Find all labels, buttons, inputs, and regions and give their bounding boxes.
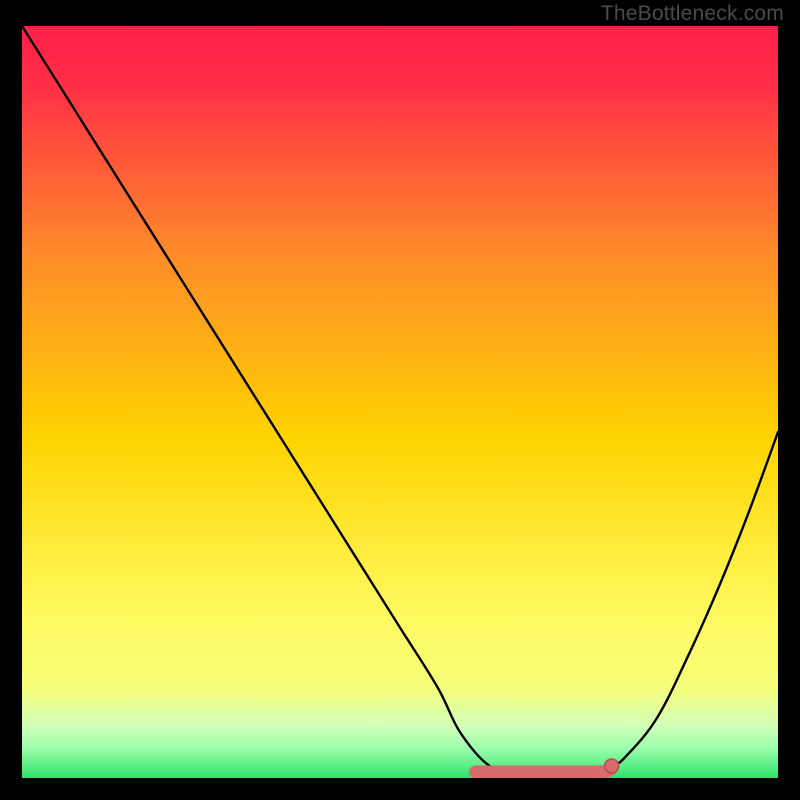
optimal-point-marker xyxy=(605,759,619,773)
optimal-band-marker xyxy=(476,766,612,772)
watermark-text: TheBottleneck.com xyxy=(601,2,784,26)
chart-stage: TheBottleneck.com xyxy=(0,0,800,800)
bottleneck-curve xyxy=(22,26,778,773)
plot-area xyxy=(22,26,778,778)
bottleneck-curve-layer xyxy=(22,26,778,778)
